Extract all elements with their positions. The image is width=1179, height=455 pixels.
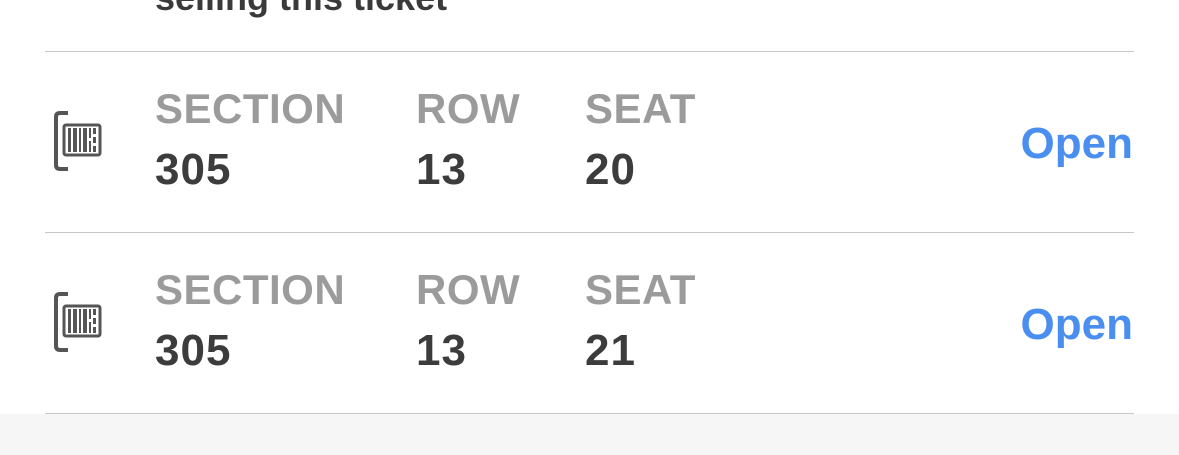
- footer-background: [0, 414, 1179, 455]
- row-label: ROW: [416, 266, 521, 313]
- row-column: ROW 13: [416, 87, 520, 192]
- ticket-barcode-icon: [54, 291, 102, 353]
- row-column: ROW 13: [416, 268, 520, 373]
- seat-column: SEAT 20: [585, 87, 696, 192]
- row-label: ROW: [416, 85, 521, 132]
- row-value: 13: [416, 145, 467, 194]
- resale-note-text: selling this ticket: [155, 0, 447, 18]
- section-value: 305: [155, 326, 232, 375]
- section-label: SECTION: [155, 266, 346, 313]
- section-label: SECTION: [155, 85, 346, 132]
- seat-label: SEAT: [585, 85, 696, 132]
- seat-value: 21: [585, 326, 636, 375]
- ticket-row[interactable]: SECTION 305 ROW 13 SEAT 20 Open: [0, 52, 1179, 232]
- ticket-list-screen: selling this ticket SECTION 305: [0, 0, 1179, 455]
- ticket-barcode-icon: [54, 110, 102, 172]
- open-ticket-button[interactable]: Open: [1021, 301, 1133, 349]
- seat-label: SEAT: [585, 266, 696, 313]
- section-value: 305: [155, 145, 232, 194]
- section-column: SECTION 305: [155, 87, 345, 192]
- ticket-row[interactable]: SECTION 305 ROW 13 SEAT 21 Open: [0, 233, 1179, 413]
- open-ticket-button[interactable]: Open: [1021, 120, 1133, 168]
- seat-column: SEAT 21: [585, 268, 696, 373]
- section-column: SECTION 305: [155, 268, 345, 373]
- row-value: 13: [416, 326, 467, 375]
- seat-value: 20: [585, 145, 636, 194]
